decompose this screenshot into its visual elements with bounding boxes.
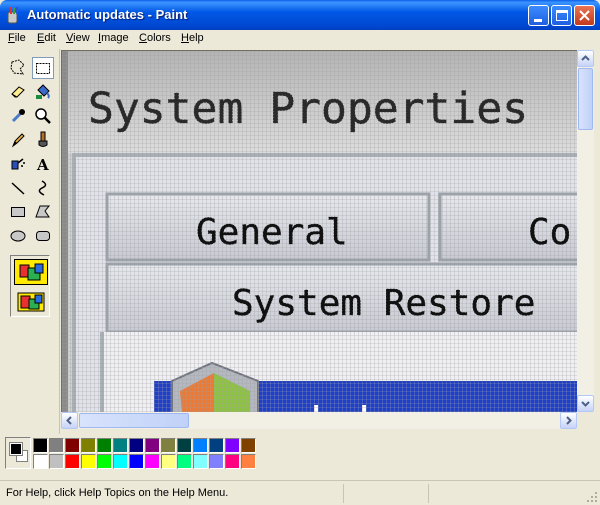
menu-bar: File Edit View Image Colors Help bbox=[0, 30, 600, 48]
palette-swatch[interactable] bbox=[129, 438, 144, 453]
resize-grip-icon[interactable] bbox=[586, 491, 598, 503]
ellipse-icon[interactable] bbox=[7, 225, 29, 247]
canvas-tab-computer-name: Co bbox=[528, 212, 571, 253]
magnifier-icon[interactable] bbox=[32, 105, 54, 127]
curve-icon[interactable] bbox=[32, 177, 54, 199]
current-colors[interactable] bbox=[5, 437, 31, 469]
window-title: Automatic updates - Paint bbox=[27, 7, 188, 22]
scroll-right-button[interactable] bbox=[560, 412, 577, 429]
free-form-select-icon[interactable] bbox=[7, 57, 29, 79]
tool-box: A bbox=[0, 49, 60, 434]
close-button[interactable] bbox=[574, 5, 595, 26]
palette-swatch[interactable] bbox=[161, 454, 176, 469]
pick-color-icon[interactable] bbox=[7, 105, 29, 127]
status-pane-coords bbox=[343, 484, 428, 503]
palette-swatch[interactable] bbox=[241, 438, 256, 453]
canvas-tab-general: General bbox=[196, 212, 348, 253]
vertical-scroll-thumb[interactable] bbox=[578, 68, 593, 130]
scroll-down-button[interactable] bbox=[577, 395, 594, 412]
line-icon[interactable] bbox=[7, 177, 29, 199]
horizontal-scroll-thumb[interactable] bbox=[79, 413, 189, 428]
palette-swatch[interactable] bbox=[81, 438, 96, 453]
foreground-color-swatch bbox=[9, 442, 23, 456]
svg-text:A: A bbox=[36, 156, 49, 174]
palette-swatch[interactable] bbox=[113, 438, 128, 453]
palette-swatch[interactable] bbox=[33, 454, 48, 469]
menu-file[interactable]: File bbox=[8, 32, 26, 44]
canvas-area[interactable]: System Properties General Co System Rest… bbox=[61, 50, 577, 412]
palette-swatch[interactable] bbox=[225, 454, 240, 469]
palette-swatch[interactable] bbox=[113, 454, 128, 469]
polygon-icon[interactable] bbox=[32, 201, 54, 223]
palette-swatch[interactable] bbox=[161, 438, 176, 453]
menu-colors[interactable]: Colors bbox=[139, 32, 171, 44]
vertical-scrollbar[interactable] bbox=[577, 50, 594, 412]
canvas-heading: System Properties bbox=[88, 84, 528, 134]
rectangle-icon[interactable] bbox=[7, 201, 29, 223]
palette-swatch[interactable] bbox=[193, 438, 208, 453]
palette-swatch[interactable] bbox=[145, 454, 160, 469]
fill-with-color-icon[interactable] bbox=[32, 81, 54, 103]
palette-swatch[interactable] bbox=[97, 454, 112, 469]
scroll-up-button[interactable] bbox=[577, 50, 594, 67]
paint-app-icon[interactable] bbox=[5, 6, 23, 24]
tool-options-panel bbox=[10, 255, 50, 317]
airbrush-icon[interactable] bbox=[7, 153, 29, 175]
palette-swatch[interactable] bbox=[145, 438, 160, 453]
palette-swatch[interactable] bbox=[177, 438, 192, 453]
title-bar: Automatic updates - Paint bbox=[0, 0, 600, 30]
palette-swatch[interactable] bbox=[209, 454, 224, 469]
zoomed-image-canvas[interactable]: System Properties General Co System Rest… bbox=[62, 51, 577, 412]
opaque-option-icon[interactable] bbox=[14, 259, 48, 285]
palette-swatch[interactable] bbox=[97, 438, 112, 453]
palette-swatch[interactable] bbox=[49, 454, 64, 469]
select-icon[interactable] bbox=[32, 57, 54, 79]
menu-view[interactable]: View bbox=[66, 32, 90, 44]
color-palette bbox=[0, 434, 600, 479]
status-bar: For Help, click Help Topics on the Help … bbox=[0, 480, 600, 505]
brush-icon[interactable] bbox=[32, 129, 54, 151]
palette-swatch[interactable] bbox=[33, 438, 48, 453]
menu-edit[interactable]: Edit bbox=[37, 32, 56, 44]
status-pane-size bbox=[428, 484, 513, 503]
palette-swatch[interactable] bbox=[193, 454, 208, 469]
pencil-icon[interactable] bbox=[7, 129, 29, 151]
minimize-button[interactable] bbox=[528, 5, 549, 26]
canvas-tab-system-restore: System Restore bbox=[232, 283, 535, 324]
palette-swatch[interactable] bbox=[49, 438, 64, 453]
rounded-rectangle-icon[interactable] bbox=[32, 225, 54, 247]
transparent-option-icon[interactable] bbox=[14, 289, 48, 315]
palette-swatch[interactable] bbox=[129, 454, 144, 469]
palette-swatch[interactable] bbox=[65, 438, 80, 453]
palette-swatch[interactable] bbox=[65, 454, 80, 469]
horizontal-scrollbar[interactable] bbox=[61, 412, 577, 429]
eraser-icon[interactable] bbox=[7, 81, 29, 103]
palette-swatch[interactable] bbox=[209, 438, 224, 453]
text-icon[interactable]: A bbox=[32, 153, 54, 175]
menu-image[interactable]: Image bbox=[98, 32, 129, 44]
maximize-button[interactable] bbox=[551, 5, 572, 26]
status-help-text: For Help, click Help Topics on the Help … bbox=[6, 487, 229, 499]
palette-swatch[interactable] bbox=[241, 454, 256, 469]
scroll-left-button[interactable] bbox=[61, 412, 78, 429]
palette-swatch[interactable] bbox=[81, 454, 96, 469]
palette-swatch[interactable] bbox=[225, 438, 240, 453]
palette-swatch[interactable] bbox=[177, 454, 192, 469]
menu-help[interactable]: Help bbox=[181, 32, 204, 44]
scrollbar-corner bbox=[577, 412, 594, 429]
